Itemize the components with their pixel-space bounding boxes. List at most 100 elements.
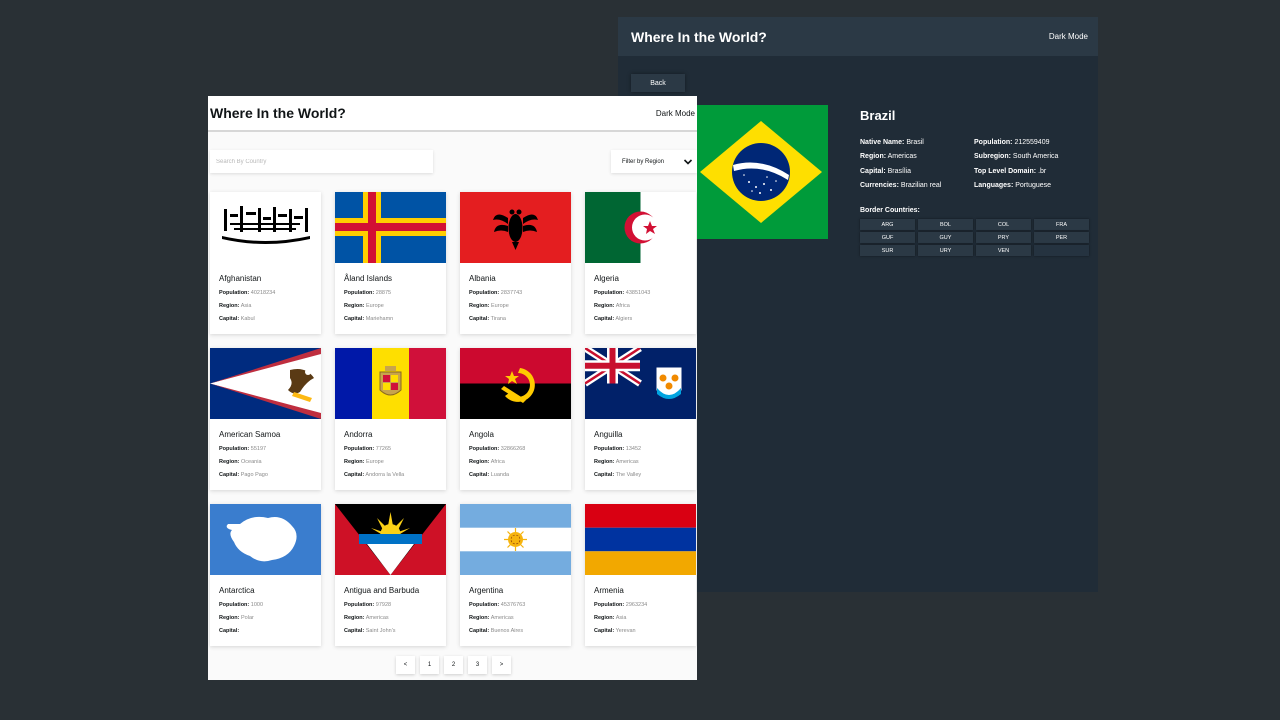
search-box[interactable] — [210, 150, 433, 173]
country-card-anguilla[interactable]: Anguilla Population: 13452 Region: Ameri… — [585, 348, 696, 490]
border-country-button[interactable]: PRY — [976, 232, 1031, 244]
prev-page-button[interactable]: < — [396, 656, 415, 674]
capital-value: Tirana — [490, 316, 506, 322]
population-row: Population: 2963234 — [594, 602, 648, 608]
dark-mode-toggle[interactable]: Dark Mode — [1049, 32, 1088, 41]
currencies-row: Currencies: Brazilian real — [860, 181, 942, 189]
dark-mode-toggle[interactable]: Dark Mode — [656, 109, 695, 118]
region-value: Polar — [241, 615, 254, 621]
chevron-down-icon — [683, 158, 693, 165]
region-value: Europe — [366, 303, 384, 309]
country-card-afghanistan[interactable]: Afghanistan Population: 40218234 Region:… — [210, 192, 321, 334]
capital-value: Kabul — [240, 316, 255, 322]
region-row: Region: Europe — [344, 459, 384, 465]
next-page-button[interactable]: > — [492, 656, 511, 674]
population-value: 77265 — [375, 446, 392, 452]
capital-row: Capital: Algiers — [594, 316, 633, 322]
region-row: Region: Europe — [344, 303, 384, 309]
border-country-button[interactable]: PER — [1034, 232, 1089, 244]
capital-value: Luanda — [490, 472, 510, 478]
border-country-button[interactable]: COL — [976, 219, 1031, 231]
country-card-andorra[interactable]: Andorra Population: 77265 Region: Europe… — [335, 348, 446, 490]
capital-value: Andorra la Vella — [365, 472, 405, 478]
detail-column-right: Population: 212559409 Subregion: South A… — [974, 136, 1088, 193]
country-name: Anguilla — [594, 430, 623, 439]
capital-value: Pago Pago — [240, 472, 268, 478]
population-value: 40218234 — [250, 290, 276, 296]
country-card-albania[interactable]: Albania Population: 2837743 Region: Euro… — [460, 192, 571, 334]
country-list-window: Where In the World? Dark Mode Filter by … — [208, 96, 697, 680]
albania-flag-image — [460, 192, 571, 263]
country-name: Albania — [469, 274, 496, 283]
region-filter-label: Filter by Region — [622, 158, 665, 165]
page-3-button[interactable]: 3 — [468, 656, 487, 674]
region-row: Region: Americas — [344, 615, 389, 621]
languages-value: Portuguese — [1015, 181, 1052, 189]
country-card-argentina[interactable]: Argentina Population: 45376763 Region: A… — [460, 504, 571, 646]
page-1-button[interactable]: 1 — [420, 656, 439, 674]
border-countries-list: ARG BOL COL FRA GUF GUY PRY PER SUR URY … — [860, 219, 1092, 257]
country-card-antarctica[interactable]: Antarctica Population: 1000 Region: Pola… — [210, 504, 321, 646]
border-country-button[interactable]: GUY — [918, 232, 973, 244]
region-filter-dropdown[interactable]: Filter by Region — [611, 150, 697, 173]
border-country-button[interactable]: VEN — [976, 245, 1031, 257]
country-name: Brazil — [860, 108, 896, 123]
detail-column-left: Native Name: Brasil Region: Americas Cap… — [860, 136, 974, 193]
page-2-button[interactable]: 2 — [444, 656, 463, 674]
region-row: Region: Europe — [469, 303, 509, 309]
capital-value: Buenos Aires — [490, 628, 524, 634]
border-country-button[interactable]: URY — [918, 245, 973, 257]
capital-row: Capital: Yerevan — [594, 628, 636, 634]
population-value: 212559409 — [1014, 139, 1050, 146]
population-row: Population: 40218234 — [219, 290, 276, 296]
antigua-and-barbuda-flag-image — [335, 504, 446, 575]
search-input[interactable] — [216, 158, 433, 165]
border-country-button[interactable]: GUF — [860, 232, 915, 244]
country-name: Argentina — [469, 586, 504, 595]
region-value: Americas — [490, 615, 514, 621]
country-card-antigua-and-barbuda[interactable]: Antigua and Barbuda Population: 97928 Re… — [335, 504, 446, 646]
country-name: Åland Islands — [344, 274, 393, 283]
population-value: 32866268 — [500, 446, 526, 452]
border-country-button[interactable]: ARG — [860, 219, 915, 231]
subregion-value: South America — [1012, 153, 1059, 161]
pagination: < 1 2 3 > — [396, 656, 511, 674]
border-country-button[interactable]: FRA — [1034, 219, 1089, 231]
population-value: 2837743 — [500, 290, 523, 296]
anguilla-flag-image — [585, 348, 696, 419]
currencies-value: Brazilian real — [900, 181, 942, 189]
capital-row: Capital: Kabul — [219, 316, 255, 322]
region-value: Asia — [240, 303, 252, 309]
country-card-armenia[interactable]: Armenia Population: 2963234 Region: Asia… — [585, 504, 696, 646]
population-value: 45376763 — [500, 602, 526, 608]
capital-value: Saint John's — [365, 628, 396, 634]
capital-value: Brasília — [887, 167, 911, 175]
population-row: Population: 28875 — [344, 290, 392, 296]
population-row: Population: 1000 — [219, 602, 264, 608]
capital-row: Capital: Saint John's — [344, 628, 396, 634]
capital-row: Capital: Buenos Aires — [469, 628, 524, 634]
argentina-flag-image — [460, 504, 571, 575]
population-row: Population: 77265 — [344, 446, 392, 452]
languages-row: Languages: Portuguese — [974, 181, 1052, 189]
country-card-algeria[interactable]: Algeria Population: 43851043 Region: Afr… — [585, 192, 696, 334]
country-card-aland-islands[interactable]: Åland Islands Population: 28875 Region: … — [335, 192, 446, 334]
back-button[interactable]: Back — [631, 74, 685, 92]
country-card-angola[interactable]: Angola Population: 32866268 Region: Afri… — [460, 348, 571, 490]
region-row: Region: Africa — [594, 303, 630, 309]
country-name: Antigua and Barbuda — [344, 586, 420, 595]
border-country-button[interactable]: BOL — [918, 219, 973, 231]
capital-value: The Valley — [615, 472, 642, 478]
tld-row: Top Level Domain: .br — [974, 167, 1047, 175]
border-country-button[interactable]: SUR — [860, 245, 915, 257]
capital-row: Capital: Pago Pago — [219, 472, 268, 478]
capital-row: Capital: Mariehamn — [344, 316, 394, 322]
country-name: Algeria — [594, 274, 619, 283]
region-value: Europe — [491, 303, 509, 309]
andorra-flag-image — [335, 348, 446, 419]
country-name: American Samoa — [219, 430, 281, 439]
country-name: Afghanistan — [219, 274, 262, 283]
region-value: Africa — [615, 303, 630, 309]
country-card-american-samoa[interactable]: American Samoa Population: 55197 Region:… — [210, 348, 321, 490]
capital-row: Capital: Luanda — [469, 472, 510, 478]
